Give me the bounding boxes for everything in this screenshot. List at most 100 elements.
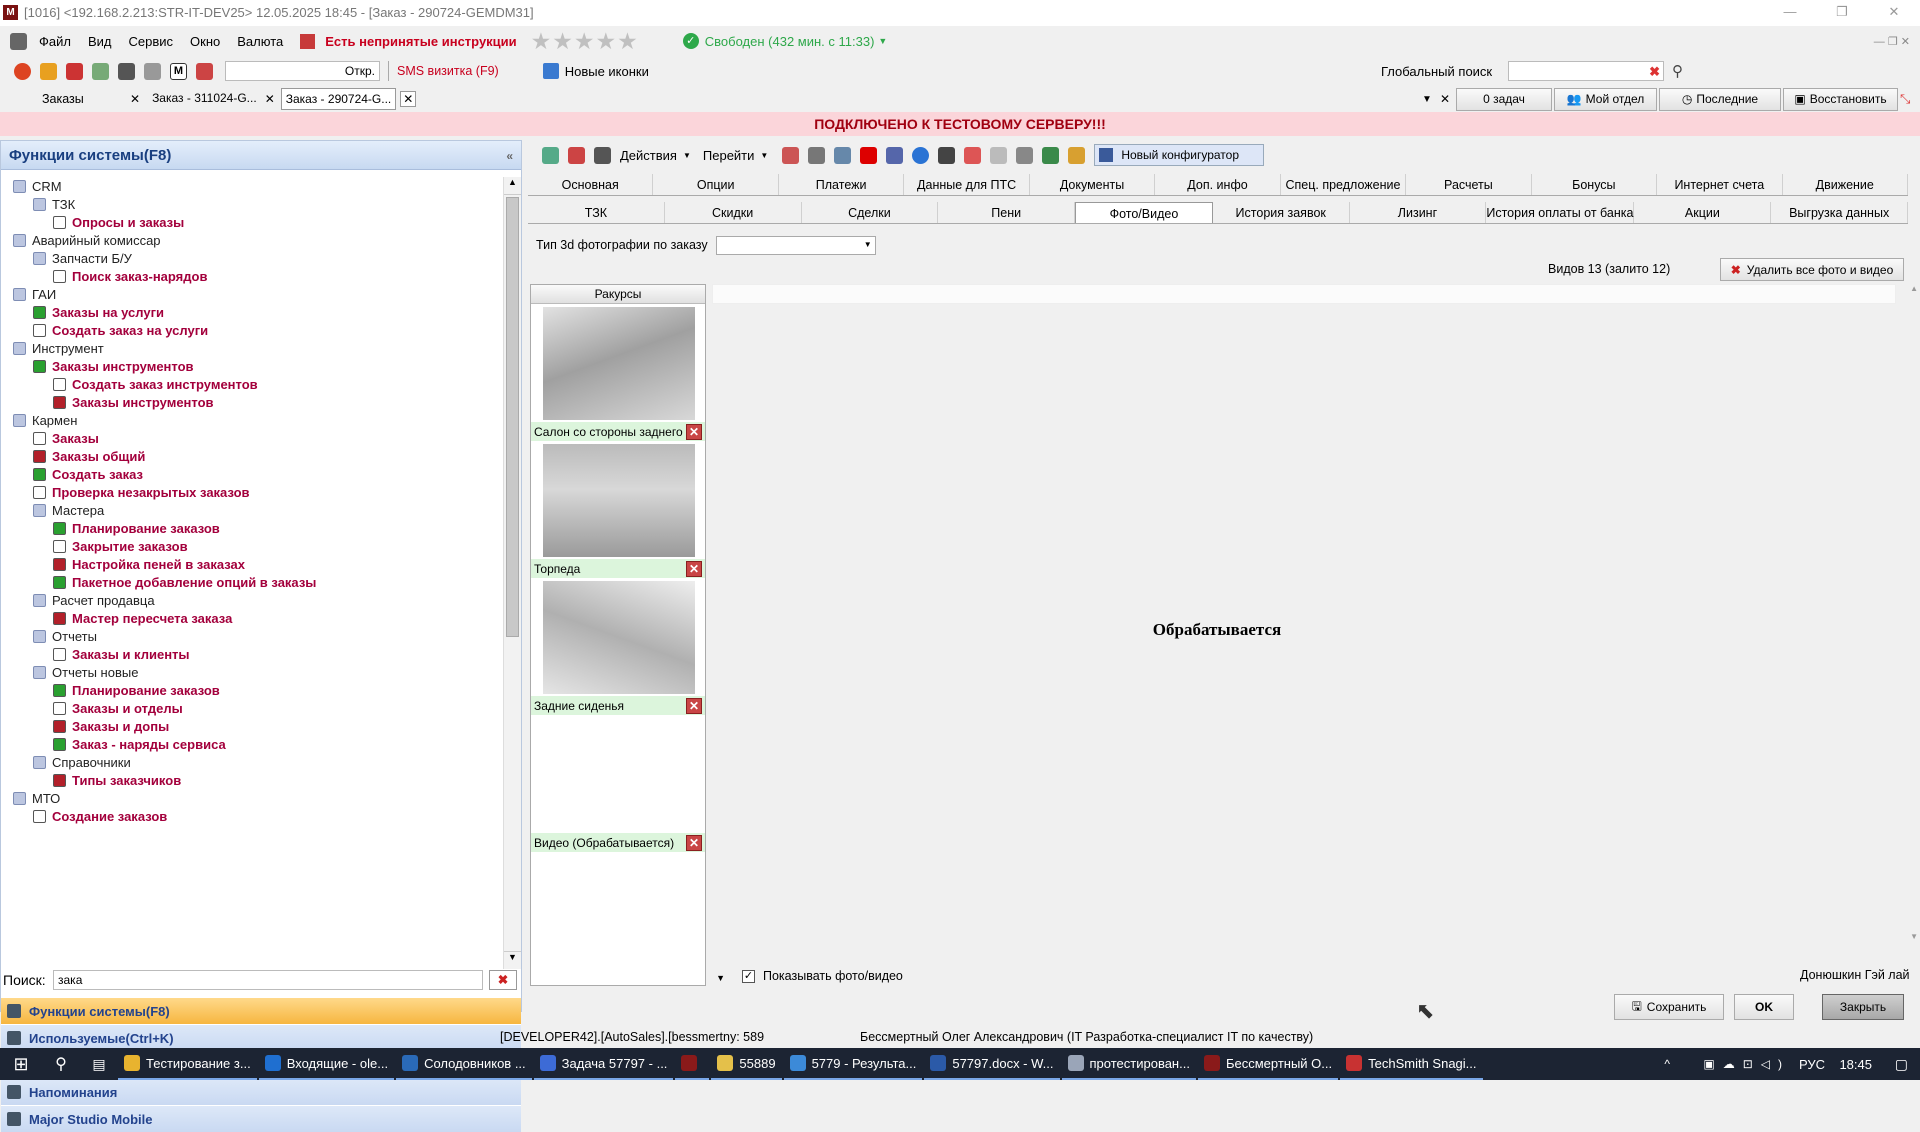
scroll-up-icon[interactable]: ▲: [504, 177, 521, 195]
menu-service[interactable]: Сервис: [129, 34, 174, 49]
tray-chevron-icon[interactable]: ^: [1664, 1057, 1670, 1071]
rating-stars-icon[interactable]: ★★★★★: [531, 28, 639, 55]
photo-thumb-interior[interactable]: [543, 307, 695, 420]
taskbar-app[interactable]: Входящие - ole...: [258, 1048, 395, 1080]
tab[interactable]: Платежи: [779, 174, 905, 195]
tree-node[interactable]: Аварийный комиссар: [1, 231, 503, 249]
scroll-thumb[interactable]: [506, 197, 519, 637]
tab[interactable]: Акции: [1634, 202, 1772, 223]
tree-node[interactable]: Закрытие заказов: [1, 537, 503, 555]
tree-node[interactable]: Заказ - наряды сервиса: [1, 735, 503, 753]
tree-node[interactable]: Справочники: [1, 753, 503, 771]
taskbar-app[interactable]: TechSmith Snagi...: [1340, 1048, 1483, 1080]
tabs-dropdown-icon[interactable]: ▼: [1422, 94, 1432, 105]
tab[interactable]: Данные для ПТС: [904, 174, 1030, 195]
recent-button[interactable]: ◷ Последние: [1659, 87, 1781, 111]
tree-node[interactable]: Инструмент: [1, 339, 503, 357]
refresh-icon[interactable]: [542, 146, 559, 164]
taskbar-app[interactable]: протестирован...: [1061, 1048, 1196, 1080]
app-menu-icon[interactable]: [10, 32, 27, 50]
tree-node[interactable]: Заказы и клиенты: [1, 645, 503, 663]
delete-video-icon[interactable]: ✕: [686, 834, 702, 851]
chevron-down-icon[interactable]: ▼: [683, 151, 691, 160]
robot-icon[interactable]: [594, 146, 611, 164]
taskbar-app[interactable]: 55889: [711, 1048, 782, 1080]
tree-node[interactable]: Планирование заказов: [1, 681, 503, 699]
my-dept-button[interactable]: 👥 Мой отдел: [1554, 87, 1657, 111]
tree-node[interactable]: Пакетное добавление опций в заказы: [1, 573, 503, 591]
tree-search-input[interactable]: зака: [53, 970, 483, 990]
tree-node[interactable]: Заказы: [1, 429, 503, 447]
chevron-down-icon[interactable]: ▼: [760, 151, 768, 160]
taskbar-app[interactable]: Солодовников ...: [396, 1048, 532, 1080]
close-tab-icon[interactable]: ✕: [400, 91, 417, 107]
tree-node[interactable]: Заказы и допы: [1, 717, 503, 735]
tab[interactable]: Расчеты: [1406, 174, 1532, 195]
tree-node[interactable]: Опросы и заказы: [1, 213, 503, 231]
tree-node[interactable]: Поиск заказ-нарядов: [1, 267, 503, 285]
delete-photo-icon[interactable]: ✕: [686, 560, 702, 577]
tab[interactable]: Выгрузка данных: [1771, 202, 1909, 223]
taskbar-app[interactable]: Бессмертный О...: [1197, 1048, 1339, 1080]
tab[interactable]: Бонусы: [1532, 174, 1658, 195]
tab-orders[interactable]: Заказы: [42, 92, 130, 106]
close-tab-icon[interactable]: ✕: [265, 92, 275, 106]
close-tab-icon[interactable]: ✕: [130, 92, 140, 106]
tree-node[interactable]: Кармен: [1, 411, 503, 429]
save-disk-icon[interactable]: [886, 146, 904, 164]
tab[interactable]: Лизинг: [1350, 202, 1487, 223]
car-red-icon[interactable]: [66, 62, 83, 80]
delete-all-button[interactable]: ✖ Удалить все фото и видео: [1720, 258, 1904, 281]
photo-thumb-dashboard[interactable]: [543, 444, 695, 557]
clear-search-icon[interactable]: ✖: [1649, 64, 1660, 80]
nav-section[interactable]: Функции системы(F8): [1, 997, 521, 1024]
tab-order-290724[interactable]: Заказ - 290724-G...: [280, 88, 397, 110]
tab[interactable]: Опции: [653, 174, 779, 195]
info-icon[interactable]: [912, 146, 930, 164]
search-icon[interactable]: ⚲: [1672, 62, 1683, 80]
m-icon[interactable]: M: [170, 62, 187, 80]
tree-node[interactable]: Отчеты новые: [1, 663, 503, 681]
tree-node[interactable]: Создать заказ: [1, 465, 503, 483]
taskbar-app[interactable]: 57797.docx - W...: [924, 1048, 1060, 1080]
notifications-icon[interactable]: ▢: [1895, 1056, 1908, 1073]
tab[interactable]: ТЗК: [528, 202, 665, 223]
tab[interactable]: Доп. инфо: [1155, 174, 1281, 195]
tree-node[interactable]: Создать заказ на услуги: [1, 321, 503, 339]
tree-node[interactable]: Запчасти Б/У: [1, 249, 503, 267]
tree-node[interactable]: ТЗК: [1, 195, 503, 213]
camera-icon[interactable]: [834, 146, 852, 164]
user-status[interactable]: Свободен (432 мин. с 11:33): [705, 34, 875, 49]
tree-node[interactable]: Типы заказчиков: [1, 771, 503, 789]
fullscreen-icon[interactable]: ⤡: [1900, 91, 1910, 107]
new-configurator-button[interactable]: Новый конфигуратор: [1094, 144, 1265, 166]
search-icon[interactable]: ⚲: [42, 1054, 80, 1074]
tab[interactable]: Движение: [1783, 174, 1908, 195]
instructions-alert[interactable]: Есть непринятые инструкции: [325, 34, 516, 49]
tasks-button[interactable]: 0 задач: [1456, 87, 1552, 111]
tab[interactable]: История заявок: [1213, 202, 1350, 223]
tree-node[interactable]: МТО: [1, 789, 503, 807]
tree-node[interactable]: ГАИ: [1, 285, 503, 303]
envelope-icon[interactable]: [990, 146, 1008, 164]
open-field[interactable]: Откр.: [225, 61, 380, 81]
tree-node[interactable]: CRM: [1, 177, 503, 195]
tab[interactable]: История оплаты от банка: [1486, 202, 1635, 223]
scroll-down-icon[interactable]: ▼: [504, 951, 521, 969]
nav-section[interactable]: Major Studio Mobile: [1, 1105, 521, 1132]
menu-file[interactable]: Файл: [39, 34, 71, 49]
sms-card-button[interactable]: SMS визитка (F9): [397, 64, 499, 78]
monitor-icon[interactable]: [144, 62, 161, 80]
global-search-input[interactable]: ✖: [1508, 61, 1664, 81]
actions-menu[interactable]: Действия: [620, 148, 677, 163]
tree-node[interactable]: Расчет продавца: [1, 591, 503, 609]
task-view-icon[interactable]: ▤: [80, 1056, 118, 1073]
photo-thumb-rear-seats[interactable]: [543, 581, 695, 694]
menu-currency[interactable]: Валюта: [237, 34, 283, 49]
close-window-button[interactable]: ✕: [1868, 0, 1920, 26]
tab[interactable]: Спец. предложение: [1281, 174, 1407, 195]
tools-icon[interactable]: [938, 146, 956, 164]
edit-icon[interactable]: [782, 146, 800, 164]
document-icon[interactable]: [196, 62, 213, 80]
goto-menu[interactable]: Перейти: [703, 148, 755, 163]
